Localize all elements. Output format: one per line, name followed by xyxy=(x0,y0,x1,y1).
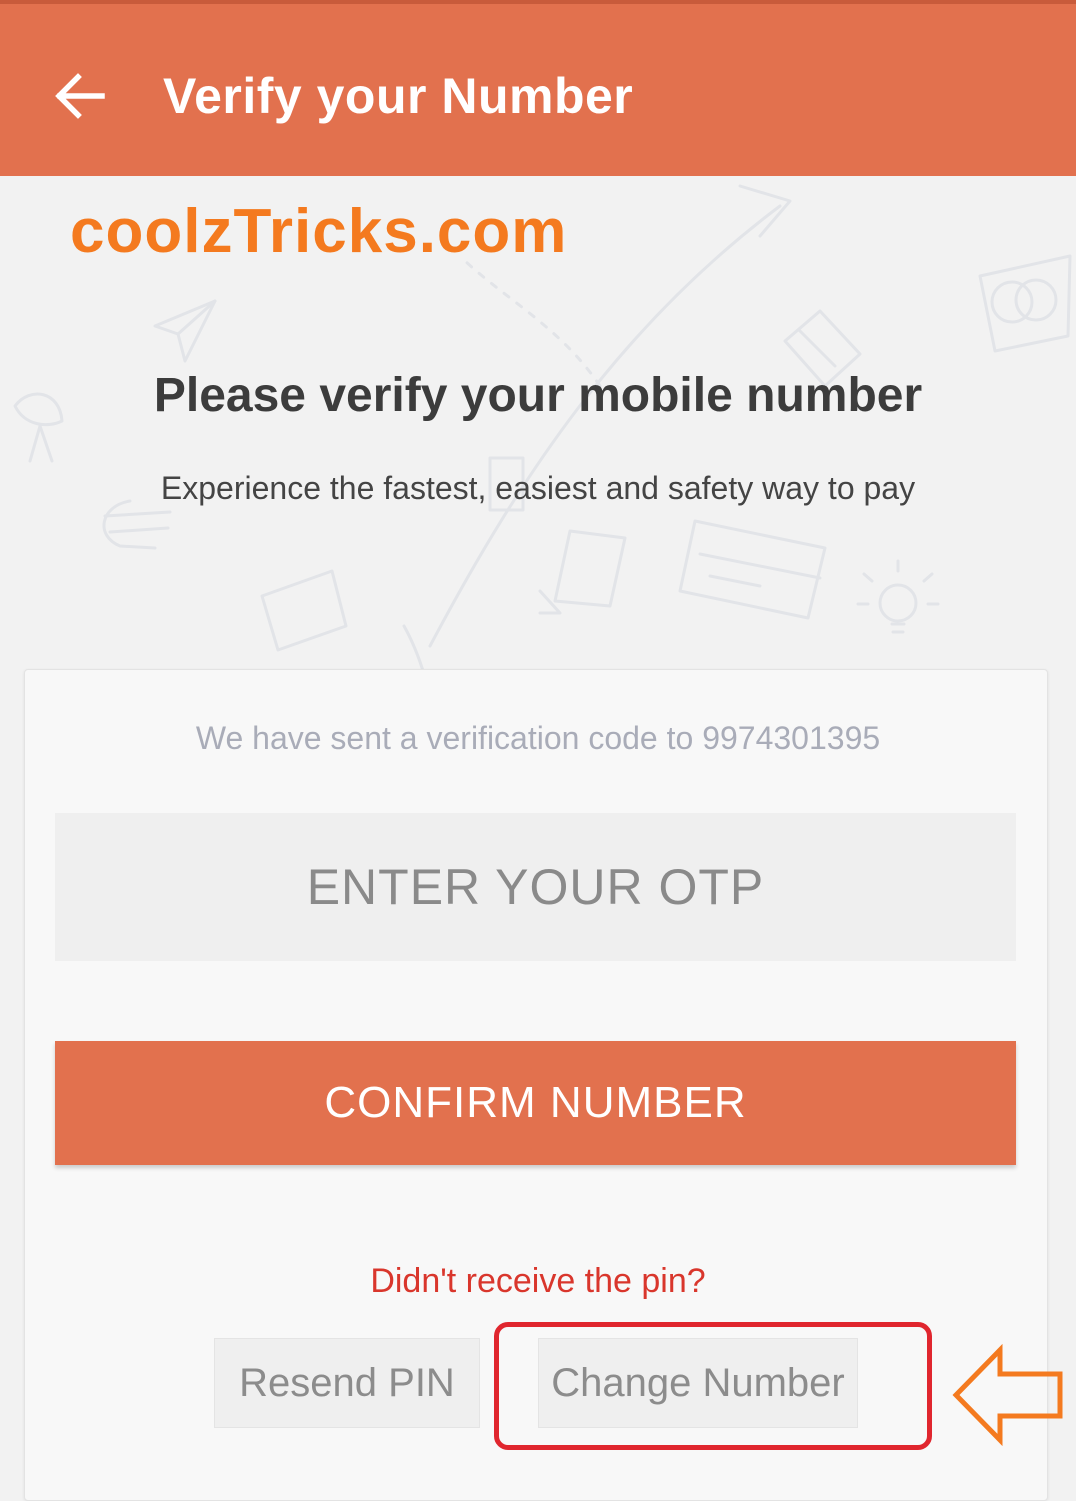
app-bar: Verify your Number xyxy=(0,0,1076,176)
page-title: Verify your Number xyxy=(163,68,634,124)
back-button[interactable] xyxy=(44,60,116,132)
arrow-left-outline-icon xyxy=(952,1344,1063,1446)
code-sent-message: We have sent a verification code to 9974… xyxy=(195,720,881,756)
arrow-left-icon xyxy=(55,73,105,119)
resend-prompt: Didn't receive the pin? xyxy=(370,1262,706,1300)
verify-heading: Please verify your mobile number xyxy=(153,369,923,422)
verify-subheading: Experience the fastest, easiest and safe… xyxy=(160,470,916,506)
watermark-text: coolzTricks.com xyxy=(70,197,568,266)
confirm-number-button[interactable]: CONFIRM NUMBER xyxy=(55,1041,1016,1165)
otp-input[interactable] xyxy=(55,813,1016,961)
highlight-annotation xyxy=(494,1322,932,1450)
resend-pin-button[interactable]: Resend PIN xyxy=(214,1338,480,1428)
